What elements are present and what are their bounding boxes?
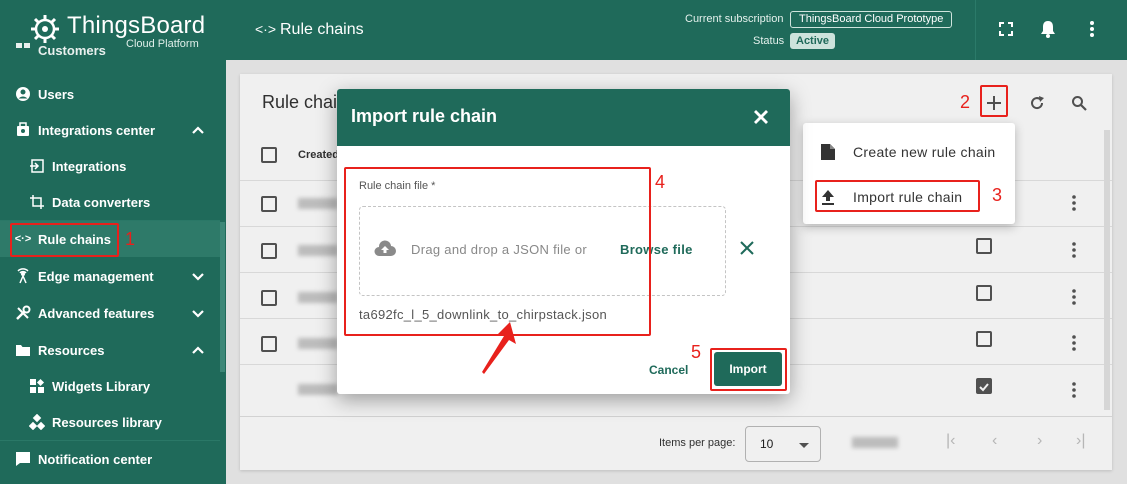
- sidebar-item-customers[interactable]: Customers: [0, 37, 220, 65]
- sidebar-item-integrations-center[interactable]: Integrations center: [0, 112, 220, 148]
- chevron-up-icon: [192, 346, 204, 354]
- dialog-header: Import rule chain: [337, 89, 790, 146]
- sidebar-item-label: Integrations: [52, 158, 127, 174]
- sidebar-item-resources-library[interactable]: Resources library: [0, 404, 220, 440]
- bell-icon: [1041, 21, 1055, 38]
- notifications-button[interactable]: [1036, 17, 1060, 41]
- category-icon: [29, 414, 45, 430]
- sidebar-item-label: Integrations center: [38, 122, 156, 138]
- chevron-up-icon: [192, 126, 204, 134]
- chevron-down-icon: [192, 310, 204, 318]
- annotation-number: 5: [691, 342, 702, 362]
- sidebar-item-label: Data converters: [52, 194, 151, 210]
- sidebar-item-label: Edge management: [38, 268, 154, 284]
- menu-item-label: Create new rule chain: [853, 144, 996, 160]
- account-circle-icon: [15, 86, 31, 102]
- app-title: ThingsBoard: [67, 12, 206, 39]
- sidebar-item-label: Customers: [38, 43, 106, 58]
- cancel-button[interactable]: Cancel: [649, 363, 688, 377]
- annotation-number: 1: [125, 229, 136, 249]
- sidebar-item-label: Resources: [38, 342, 105, 358]
- fullscreen-button[interactable]: [994, 17, 1018, 41]
- transform-icon: [29, 194, 45, 210]
- folder-icon: [15, 342, 31, 358]
- sidebar-item-edge-management[interactable]: Edge management: [0, 258, 220, 294]
- sidebar-item-label: Advanced features: [38, 305, 155, 321]
- sidebar-item-advanced-features[interactable]: Advanced features: [0, 295, 220, 331]
- sidebar-item-integrations[interactable]: Integrations: [0, 148, 220, 184]
- annotation-number: 4: [655, 172, 666, 192]
- sidebar-scrollbar[interactable]: [220, 222, 225, 372]
- annotation-number: 2: [960, 92, 971, 112]
- annotation-box: [10, 223, 119, 257]
- annotation-number: 3: [992, 185, 1003, 205]
- sidebar-item-label: Widgets Library: [52, 378, 151, 394]
- annotation-box: [710, 348, 787, 391]
- close-icon[interactable]: [750, 106, 772, 128]
- input-icon: [29, 158, 45, 174]
- top-bar: <·> Rule chains Current subscription Thi…: [226, 0, 1127, 60]
- sidebar-item-resources[interactable]: Resources: [0, 332, 220, 368]
- file-icon: [821, 144, 835, 160]
- annotation-box: [980, 85, 1008, 117]
- integrations-icon: [15, 122, 31, 138]
- status-badge: Active: [790, 33, 836, 49]
- divider: [975, 0, 976, 60]
- sidebar-item-data-converters[interactable]: Data converters: [0, 184, 220, 220]
- annotation-box: [815, 180, 980, 212]
- subscription-label: Current subscription: [685, 13, 784, 25]
- fullscreen-icon: [999, 22, 1013, 36]
- clear-file-icon[interactable]: [738, 239, 756, 257]
- sidebar-item-notification-center[interactable]: Notification center: [0, 441, 220, 477]
- widgets-icon: [29, 378, 45, 394]
- subscription-badge[interactable]: ThingsBoard Cloud Prototype: [790, 11, 953, 28]
- sidebar-item-label: Resources library: [52, 414, 162, 430]
- divider: [0, 220, 220, 221]
- router-icon: [15, 268, 31, 284]
- page-title: Rule chains: [280, 21, 364, 38]
- sidebar-item-widgets-library[interactable]: Widgets Library: [0, 368, 220, 404]
- annotation-arrow: [482, 322, 516, 374]
- annotation-box: [344, 167, 651, 336]
- notification-icon: [15, 451, 31, 467]
- menu-item-create-rule-chain[interactable]: Create new rule chain: [803, 128, 1015, 174]
- status-label: Status: [753, 35, 785, 47]
- more-vert-icon: [1090, 21, 1094, 37]
- sidebar-item-label: Users: [38, 86, 75, 102]
- rule-chain-icon: <·>: [255, 21, 277, 37]
- dialog-title: Import rule chain: [351, 106, 498, 126]
- chevron-down-icon: [192, 273, 204, 281]
- build-icon: [15, 305, 31, 321]
- more-menu-button[interactable]: [1080, 17, 1104, 41]
- divider: [0, 440, 220, 441]
- sidebar-item-label: Notification center: [38, 451, 153, 467]
- customers-icon: [15, 41, 31, 57]
- sidebar-item-users[interactable]: Users: [0, 76, 220, 112]
